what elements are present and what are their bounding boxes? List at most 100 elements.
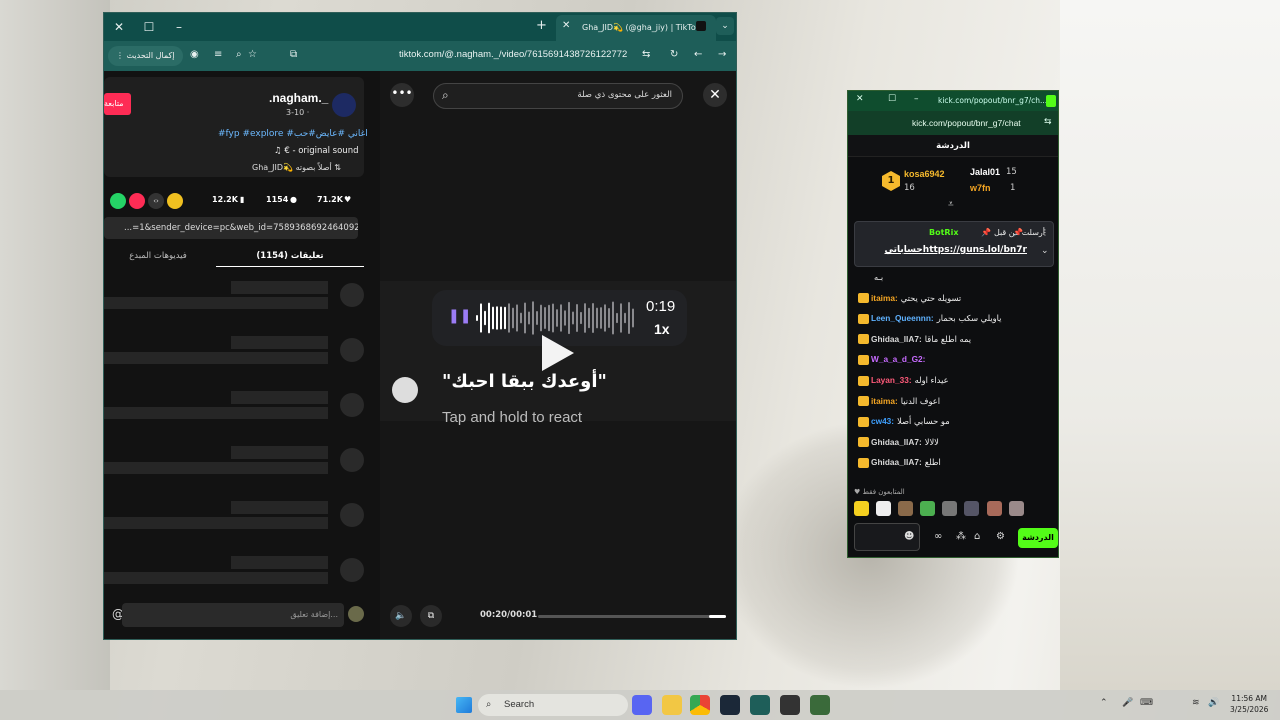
creator-mini-avatar[interactable]	[392, 377, 418, 403]
chat-username[interactable]: W_a_a_d_G2:	[871, 354, 925, 364]
kick-url[interactable]: kick.com/popout/bnr_g7/chat	[912, 118, 1021, 128]
chat-username[interactable]: Leen_Queennn:	[871, 313, 934, 323]
minimize-window-icon[interactable]: –	[170, 18, 188, 36]
chat-username[interactable]: Ghidaa_llA7:	[871, 334, 922, 344]
bookmark-star-icon[interactable]: ☆	[248, 49, 257, 60]
chat-username[interactable]: cw43:	[871, 416, 894, 426]
discord-icon[interactable]	[632, 695, 652, 715]
reading-list-icon[interactable]: ≡	[214, 49, 222, 60]
miniplayer-icon[interactable]: ⧉	[420, 605, 442, 627]
chat-username[interactable]: itaima:	[871, 293, 898, 303]
tab-comments[interactable]: تعليقات (1154)	[216, 245, 364, 267]
maximize-window-icon[interactable]: ☐	[140, 18, 158, 36]
gifter-name[interactable]: kosa6942	[904, 169, 945, 179]
screenshot-icon[interactable]: ⧉	[290, 49, 297, 60]
play-icon[interactable]	[542, 335, 574, 371]
close-tab-icon[interactable]: ✕	[562, 20, 570, 31]
chat-send-button[interactable]: الدردشة	[1018, 528, 1058, 548]
tab-creator-videos[interactable]: فيديوهات المبدع	[104, 245, 212, 267]
app-icon[interactable]	[780, 695, 800, 715]
settings-gear-icon[interactable]: ⚙	[996, 531, 1005, 542]
file-explorer-icon[interactable]	[662, 695, 682, 715]
share-link-field[interactable]: ...=1&sender_device=pc&web_id=7589368692…	[104, 217, 358, 239]
zoom-icon[interactable]: ⌕	[236, 49, 242, 60]
search-input[interactable]: ⌕ العثور على محتوى ذي صلة	[433, 83, 683, 109]
site-settings-icon[interactable]: ⇆	[642, 49, 650, 60]
send-share-icon[interactable]	[129, 193, 145, 209]
emote[interactable]	[1008, 501, 1024, 516]
reload-icon[interactable]: ↻	[670, 49, 678, 60]
post-hashtags[interactable]: #fyp #explore #اغاني #عايض#حب	[218, 129, 368, 139]
chat-username[interactable]: itaima:	[871, 396, 898, 406]
close-video-icon[interactable]: ✕	[703, 83, 727, 107]
profile-icon[interactable]: ◉	[190, 49, 199, 60]
update-button[interactable]: ⋮ إكمال التحديث	[108, 46, 183, 66]
tray-chevron-icon[interactable]: ⌃	[1100, 698, 1108, 708]
player-progress-bar[interactable]	[538, 615, 726, 618]
waveform-bar	[556, 309, 558, 327]
chrome-icon[interactable]	[690, 695, 710, 715]
post-sound[interactable]: ♫ € - original sound	[274, 146, 358, 156]
emote[interactable]	[942, 501, 958, 516]
taskbar-search[interactable]: ⌕ Search	[478, 694, 628, 716]
emote[interactable]	[876, 501, 892, 516]
emote[interactable]	[854, 501, 869, 516]
browser-tab-tiktok[interactable]: Gha_JID💫 (@gha_jiy) | TikTok	[556, 15, 716, 41]
taskbar-clock[interactable]: 11:56 AM 3/25/2026	[1230, 693, 1268, 715]
browser-icon[interactable]	[750, 695, 770, 715]
emoji-share-icon[interactable]	[167, 193, 183, 209]
comment-icon[interactable]: ●	[290, 195, 297, 204]
comment-skeleton	[104, 501, 366, 541]
emote[interactable]	[920, 501, 936, 516]
waveform-bar	[492, 306, 494, 330]
site-settings-icon[interactable]: ⇆	[1044, 117, 1052, 127]
apps-icon[interactable]: ⁂	[956, 531, 966, 542]
heart-icon[interactable]: ♥	[344, 195, 351, 204]
bot-name[interactable]: BotRix	[929, 228, 958, 237]
back-icon[interactable]: ←	[694, 49, 702, 60]
new-tab-icon[interactable]: +	[536, 18, 547, 33]
chat-username[interactable]: Ghidaa_llA7:	[871, 437, 922, 447]
minimize-window-icon[interactable]: –	[914, 94, 919, 104]
expand-chevron-icon[interactable]: ⌄	[1041, 246, 1049, 256]
url-text[interactable]: tiktok.com/@.nagham._/video/761569143872…	[399, 49, 627, 60]
maximize-window-icon[interactable]: ☐	[888, 94, 896, 104]
pin-icon[interactable]: 📌	[1013, 228, 1023, 237]
windows-start-icon[interactable]	[456, 697, 472, 713]
tab-menu-chevron-icon[interactable]: ⌄	[716, 17, 734, 35]
close-window-icon[interactable]: ✕	[856, 94, 864, 104]
chat-username[interactable]: Ghidaa_llA7:	[871, 457, 922, 467]
waveform-bar	[612, 301, 614, 335]
wifi-icon[interactable]: ≋	[1192, 698, 1200, 708]
store-icon[interactable]: ⌂	[974, 531, 980, 542]
follow-button[interactable]: متابعة	[104, 93, 131, 115]
keyboard-icon[interactable]: ⌨	[1140, 698, 1153, 708]
emote[interactable]	[898, 501, 914, 516]
volume-icon[interactable]: 🔊	[1208, 698, 1219, 708]
embed-icon[interactable]: ‹›	[148, 193, 164, 209]
emoji-icon[interactable]: ☻	[904, 531, 914, 542]
infinity-icon[interactable]: ∞	[934, 531, 942, 542]
gifter-name[interactable]: Jalal01	[970, 167, 1000, 177]
whatsapp-share-icon[interactable]	[110, 193, 126, 209]
chat-username[interactable]: Layan_33:	[871, 375, 912, 385]
bookmark-icon[interactable]: ▮	[240, 195, 244, 204]
pinned-link[interactable]: حساباتيhttps://guns.lol/bn7r	[885, 245, 1028, 255]
volume-icon[interactable]: 🔈	[390, 605, 412, 627]
emote[interactable]	[986, 501, 1002, 516]
browser-icon[interactable]	[810, 695, 830, 715]
post-username[interactable]: .nagham._	[269, 91, 328, 105]
more-options-icon[interactable]: •••	[390, 83, 414, 107]
creator-avatar[interactable]	[332, 93, 356, 117]
close-window-icon[interactable]: ✕	[110, 18, 128, 36]
post-duet[interactable]: Gha_JID💫 أصلاً بصوته ⇅	[252, 163, 341, 172]
comment-input[interactable]: إضافة تعليق...	[122, 603, 344, 627]
mic-icon[interactable]: 🎤	[1122, 698, 1133, 708]
steam-icon[interactable]	[720, 695, 740, 715]
badge-icon	[858, 354, 869, 365]
emote[interactable]	[964, 501, 980, 516]
more-options-icon[interactable]: ⋮	[1041, 228, 1049, 237]
forward-icon[interactable]: →	[718, 49, 726, 60]
gifter-name[interactable]: w7fn	[970, 183, 991, 193]
collapse-chevron-icon[interactable]: ⩡	[948, 199, 954, 210]
